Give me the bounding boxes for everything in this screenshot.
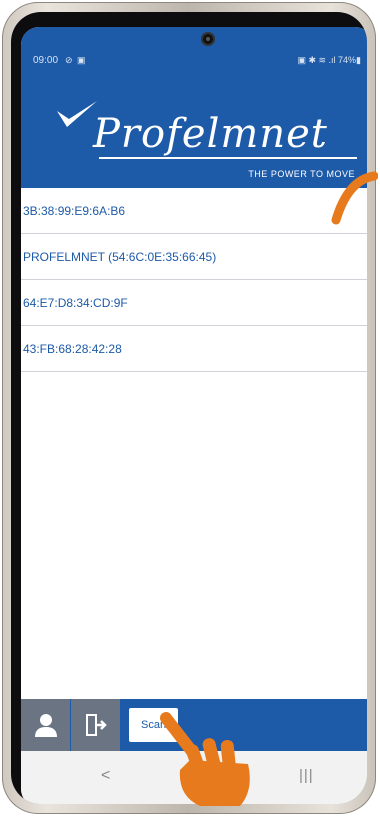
nav-back-button[interactable]: <: [101, 767, 110, 785]
screen: 09:00 ⊘ ▣ ▣ ✱ ≋ .ıl 74%▮ Profelmnet THE …: [21, 27, 367, 804]
nav-recent-button[interactable]: |||: [299, 767, 314, 784]
status-time: 09:00: [33, 55, 59, 66]
logo-underline: [99, 157, 357, 159]
list-item[interactable]: 43:FB:68:28:42:28: [21, 326, 367, 372]
brand-logo-text: Profelmnet: [93, 111, 328, 157]
device-list: 3B:38:99:E9:6A:B6 PROFELMNET (54:6C:0E:3…: [21, 188, 367, 372]
list-item[interactable]: PROFELMNET (54:6C:0E:35:66:45): [21, 234, 367, 280]
tap-hand-icon: [160, 712, 250, 806]
phone-frame: 09:00 ⊘ ▣ ▣ ✱ ≋ .ıl 74%▮ Profelmnet THE …: [2, 2, 376, 814]
user-icon: [34, 714, 57, 737]
swipe-hint-arc-icon: [331, 171, 378, 225]
list-item[interactable]: 3B:38:99:E9:6A:B6: [21, 188, 367, 234]
device-label: PROFELMNET (54:6C:0E:35:66:45): [23, 249, 217, 264]
user-button[interactable]: [21, 699, 71, 751]
list-item[interactable]: 64:E7:D8:34:CD:9F: [21, 280, 367, 326]
phone-bezel: 09:00 ⊘ ▣ ▣ ✱ ≋ .ıl 74%▮ Profelmnet THE …: [11, 12, 367, 804]
app-header: Profelmnet THE POWER TO MOVE: [21, 71, 367, 188]
status-indicators: ▣ ✱ ≋ .ıl 74%▮: [297, 55, 361, 65]
device-label: 43:FB:68:28:42:28: [23, 341, 122, 356]
device-label: 3B:38:99:E9:6A:B6: [23, 203, 126, 218]
exit-button[interactable]: [71, 699, 121, 751]
exit-icon: [85, 714, 107, 736]
status-notification-icons: ⊘ ▣: [65, 55, 87, 65]
device-label: 64:E7:D8:34:CD:9F: [23, 295, 128, 310]
status-bar: 09:00 ⊘ ▣ ▣ ✱ ≋ .ıl 74%▮: [21, 27, 367, 71]
front-camera-icon: [201, 32, 215, 46]
